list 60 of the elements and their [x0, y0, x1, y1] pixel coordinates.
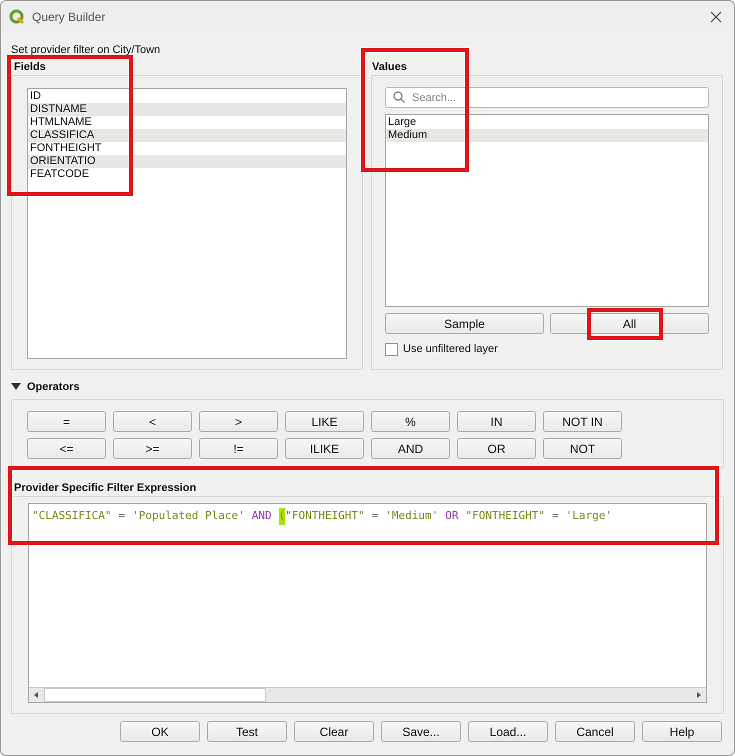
list-item[interactable]: ID — [28, 90, 346, 103]
code-token: "FONTHEIGHT" — [466, 508, 546, 524]
push-button[interactable]: Save... — [381, 721, 461, 742]
push-button[interactable]: OR — [457, 438, 536, 459]
push-button[interactable]: IN — [457, 411, 536, 432]
checkbox[interactable] — [385, 342, 398, 356]
code-token: 'Populated Place' — [132, 508, 245, 524]
push-button[interactable]: ILIKE — [285, 438, 364, 459]
checkbox-label: Use unfiltered layer — [403, 342, 498, 357]
dialog-subtitle: Set provider filter on City/Town — [11, 43, 162, 57]
code-token: 'Large' — [566, 508, 612, 524]
push-button[interactable]: > — [199, 411, 278, 432]
push-button[interactable]: Help — [642, 721, 722, 742]
search-field[interactable]: Search... — [385, 87, 709, 108]
scrollbar-thumb[interactable] — [44, 688, 266, 702]
push-button[interactable]: != — [199, 438, 278, 459]
code-token: 'Medium' — [385, 508, 438, 524]
push-button[interactable]: >= — [113, 438, 192, 459]
search-icon — [393, 91, 405, 103]
list-item[interactable]: DISTNAME — [28, 103, 346, 116]
expression-editor[interactable]: "CLASSIFICA" = 'Populated Place' AND ("FONTHEIGHT" = 'Medium' OR "FONTHEIGHT" = 'Large' — [28, 503, 707, 703]
push-button[interactable]: <= — [27, 438, 106, 459]
section-title: Operators — [27, 380, 80, 395]
list-item[interactable]: CLASSIFICA — [28, 129, 346, 142]
list-item[interactable]: Medium — [386, 129, 708, 142]
section-title: Fields — [14, 60, 47, 75]
code-token: ( — [278, 508, 286, 524]
code-token: = — [552, 508, 559, 524]
code-token: "CLASSIFICA" — [32, 508, 112, 524]
list-item[interactable]: FONTHEIGHT — [28, 142, 346, 155]
code-token: = — [118, 508, 126, 524]
close-icon[interactable] — [710, 11, 722, 23]
section-title: Provider Specific Filter Expression — [14, 481, 198, 496]
list-item[interactable]: HTMLNAME — [28, 116, 346, 129]
push-button[interactable]: Test — [207, 721, 287, 742]
push-button[interactable]: Sample — [385, 313, 544, 334]
list-item[interactable]: ORIENTATIO — [28, 155, 346, 168]
app-logo-icon — [9, 9, 25, 25]
push-button[interactable]: OK — [120, 721, 200, 742]
push-button[interactable]: NOT — [543, 438, 622, 459]
push-button[interactable]: All — [550, 313, 709, 334]
section-title: Values — [372, 60, 408, 75]
push-button[interactable]: LIKE — [285, 411, 364, 432]
list-item[interactable]: Large — [386, 116, 708, 129]
collapse-arrow-icon[interactable] — [11, 383, 21, 391]
code-token: "FONTHEIGHT" — [285, 508, 365, 524]
push-button[interactable]: Clear — [294, 721, 374, 742]
horizontal-scrollbar[interactable] — [29, 687, 706, 702]
list-item[interactable]: FEATCODE — [28, 168, 346, 181]
push-button[interactable]: AND — [371, 438, 450, 459]
push-button[interactable]: % — [371, 411, 450, 432]
code-token: OR — [445, 508, 459, 524]
push-button[interactable]: NOT IN — [543, 411, 622, 432]
push-button[interactable]: = — [27, 411, 106, 432]
push-button[interactable]: < — [113, 411, 192, 432]
code-token: AND — [252, 508, 272, 524]
push-button[interactable]: Load... — [468, 721, 548, 742]
window-title: Query Builder — [32, 9, 106, 26]
push-button[interactable]: Cancel — [555, 721, 635, 742]
code-token: = — [372, 508, 378, 524]
